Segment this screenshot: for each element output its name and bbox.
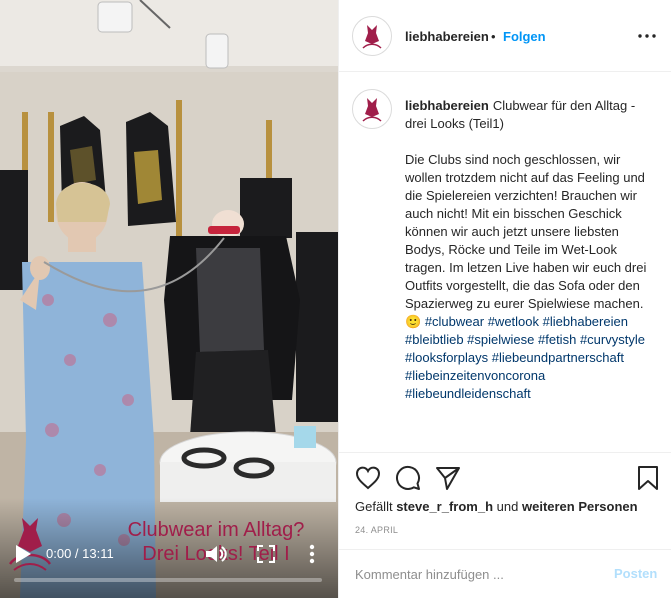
video-frame: [0, 0, 338, 598]
comment-input[interactable]: [355, 564, 585, 584]
comment-form: Posten: [339, 549, 671, 598]
hashtag-link[interactable]: #bleibtlieb: [405, 332, 464, 347]
post-caption: liebhabereien Clubwear für den Alltag - d…: [405, 97, 660, 403]
likes-prefix: Gefällt: [355, 499, 393, 514]
fullscreen-icon[interactable]: [257, 545, 275, 563]
comment-icon[interactable]: [395, 465, 421, 491]
caption-section: liebhabereien Clubwear für den Alltag - d…: [339, 73, 671, 451]
hashtag-link[interactable]: #liebeundleidenschaft: [405, 386, 531, 401]
more-vertical-icon[interactable]: [306, 543, 318, 565]
video-progress-bar[interactable]: [14, 578, 322, 582]
hashtag-link[interactable]: #fetish: [538, 332, 576, 347]
brand-logo-icon: [362, 98, 382, 122]
post-date[interactable]: 24. APRIL: [355, 524, 398, 536]
hashtag-link[interactable]: #clubwear: [425, 314, 484, 329]
post-header: liebhabereien • Folgen: [339, 0, 671, 72]
hashtag-link[interactable]: #liebeinzeitenvoncorona: [405, 368, 545, 383]
likes-summary: Gefällt steve_r_from_h und weiteren Pers…: [355, 499, 638, 515]
follow-button[interactable]: Folgen: [503, 30, 546, 44]
header-username[interactable]: liebhabereien: [405, 30, 489, 44]
share-icon[interactable]: [435, 465, 461, 491]
hashtag-link[interactable]: #liebhabereien: [543, 314, 628, 329]
more-horizontal-icon[interactable]: [637, 29, 657, 43]
avatar[interactable]: [352, 89, 392, 129]
hashtag-link[interactable]: #wetlook: [488, 314, 539, 329]
hashtag-link[interactable]: #looksforplays: [405, 350, 488, 365]
likes-user-link[interactable]: steve_r_from_h: [396, 499, 493, 514]
post-comment-button[interactable]: Posten: [614, 566, 657, 581]
video-time: 0:00 / 13:11: [46, 546, 114, 561]
hashtag-link[interactable]: #curvystyle: [580, 332, 645, 347]
hashtag-link[interactable]: #spielwiese: [467, 332, 534, 347]
video-player[interactable]: Clubwear im Alltag? Drei Looks! Teil I 0…: [0, 0, 338, 598]
heart-icon[interactable]: [355, 465, 381, 491]
likes-others-link[interactable]: weiteren Personen: [522, 499, 638, 514]
play-icon[interactable]: [14, 544, 32, 564]
hashtag-link[interactable]: #liebeundpartnerschaft: [492, 350, 624, 365]
video-controls: 0:00 / 13:11: [0, 538, 338, 598]
brand-logo-icon: [362, 25, 382, 49]
likes-middle: und: [496, 499, 519, 514]
post-panel: liebhabereien • Folgen liebhabereien Club…: [338, 0, 671, 598]
caption-body: Die Clubs sind noch geschlossen, wir wol…: [405, 152, 647, 329]
avatar[interactable]: [352, 16, 392, 56]
caption-hashtags: #clubwear #wetlook #liebhabereien #bleib…: [405, 314, 645, 401]
caption-username[interactable]: liebhabereien: [405, 98, 489, 113]
bookmark-icon[interactable]: [635, 465, 661, 491]
separator-dot: •: [491, 29, 496, 44]
volume-icon[interactable]: [205, 544, 227, 564]
